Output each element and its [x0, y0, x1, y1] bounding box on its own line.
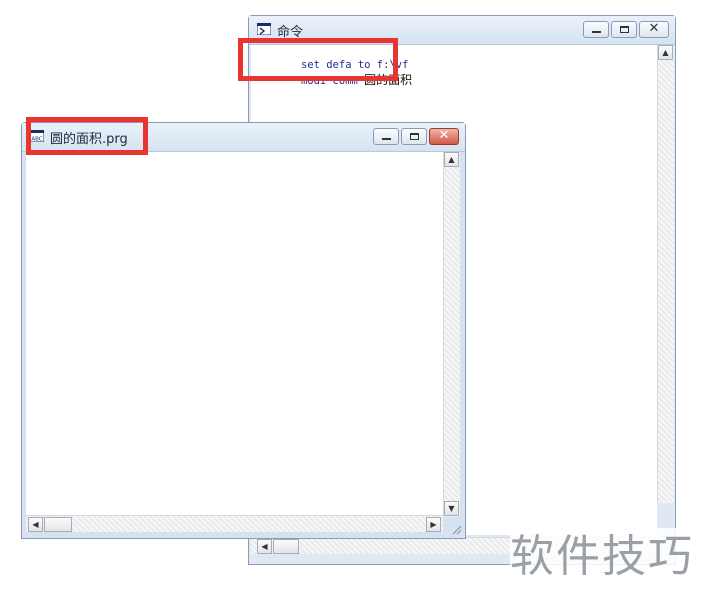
editor-title-highlight	[26, 117, 148, 155]
close-icon: ✕	[648, 21, 660, 36]
editor-window[interactable]: ABC 圆的面积.prg ✕ ▲ ▼ ◀ ▶	[21, 122, 466, 539]
editor-horizontal-scrollbar[interactable]: ◀ ▶	[26, 515, 443, 532]
minimize-icon	[382, 138, 391, 140]
editor-horizontal-thumb[interactable]	[44, 517, 72, 532]
command-scroll-left-button[interactable]: ◀	[257, 539, 272, 554]
command-minimize-button[interactable]	[583, 21, 609, 38]
editor-minimize-button[interactable]	[373, 128, 399, 145]
maximize-icon	[410, 133, 419, 140]
maximize-icon	[620, 26, 629, 33]
command-window-icon	[257, 23, 271, 35]
resize-grip-icon[interactable]	[450, 523, 462, 535]
editor-scroll-up-button[interactable]: ▲	[444, 152, 459, 167]
command-close-button[interactable]: ✕	[639, 21, 669, 38]
command-maximize-button[interactable]	[611, 21, 637, 38]
editor-scroll-left-button[interactable]: ◀	[28, 517, 43, 532]
close-icon: ✕	[438, 128, 450, 143]
editor-text-area[interactable]	[26, 152, 443, 515]
minimize-icon	[592, 31, 601, 33]
editor-maximize-button[interactable]	[401, 128, 427, 145]
command-horizontal-thumb[interactable]	[273, 539, 299, 554]
editor-close-button[interactable]: ✕	[429, 128, 459, 145]
command-text-highlight	[238, 38, 398, 81]
command-vertical-scrollbar[interactable]: ▲	[657, 45, 674, 503]
watermark-text: 软件技巧	[510, 528, 727, 586]
command-scroll-up-button[interactable]: ▲	[658, 45, 673, 60]
editor-vertical-scrollbar[interactable]: ▲ ▼	[443, 152, 460, 517]
command-window-caption-buttons: ✕	[581, 21, 669, 39]
editor-window-caption-buttons: ✕	[371, 128, 459, 146]
editor-scroll-right-button[interactable]: ▶	[426, 517, 441, 532]
editor-scroll-down-button[interactable]: ▼	[444, 501, 459, 516]
